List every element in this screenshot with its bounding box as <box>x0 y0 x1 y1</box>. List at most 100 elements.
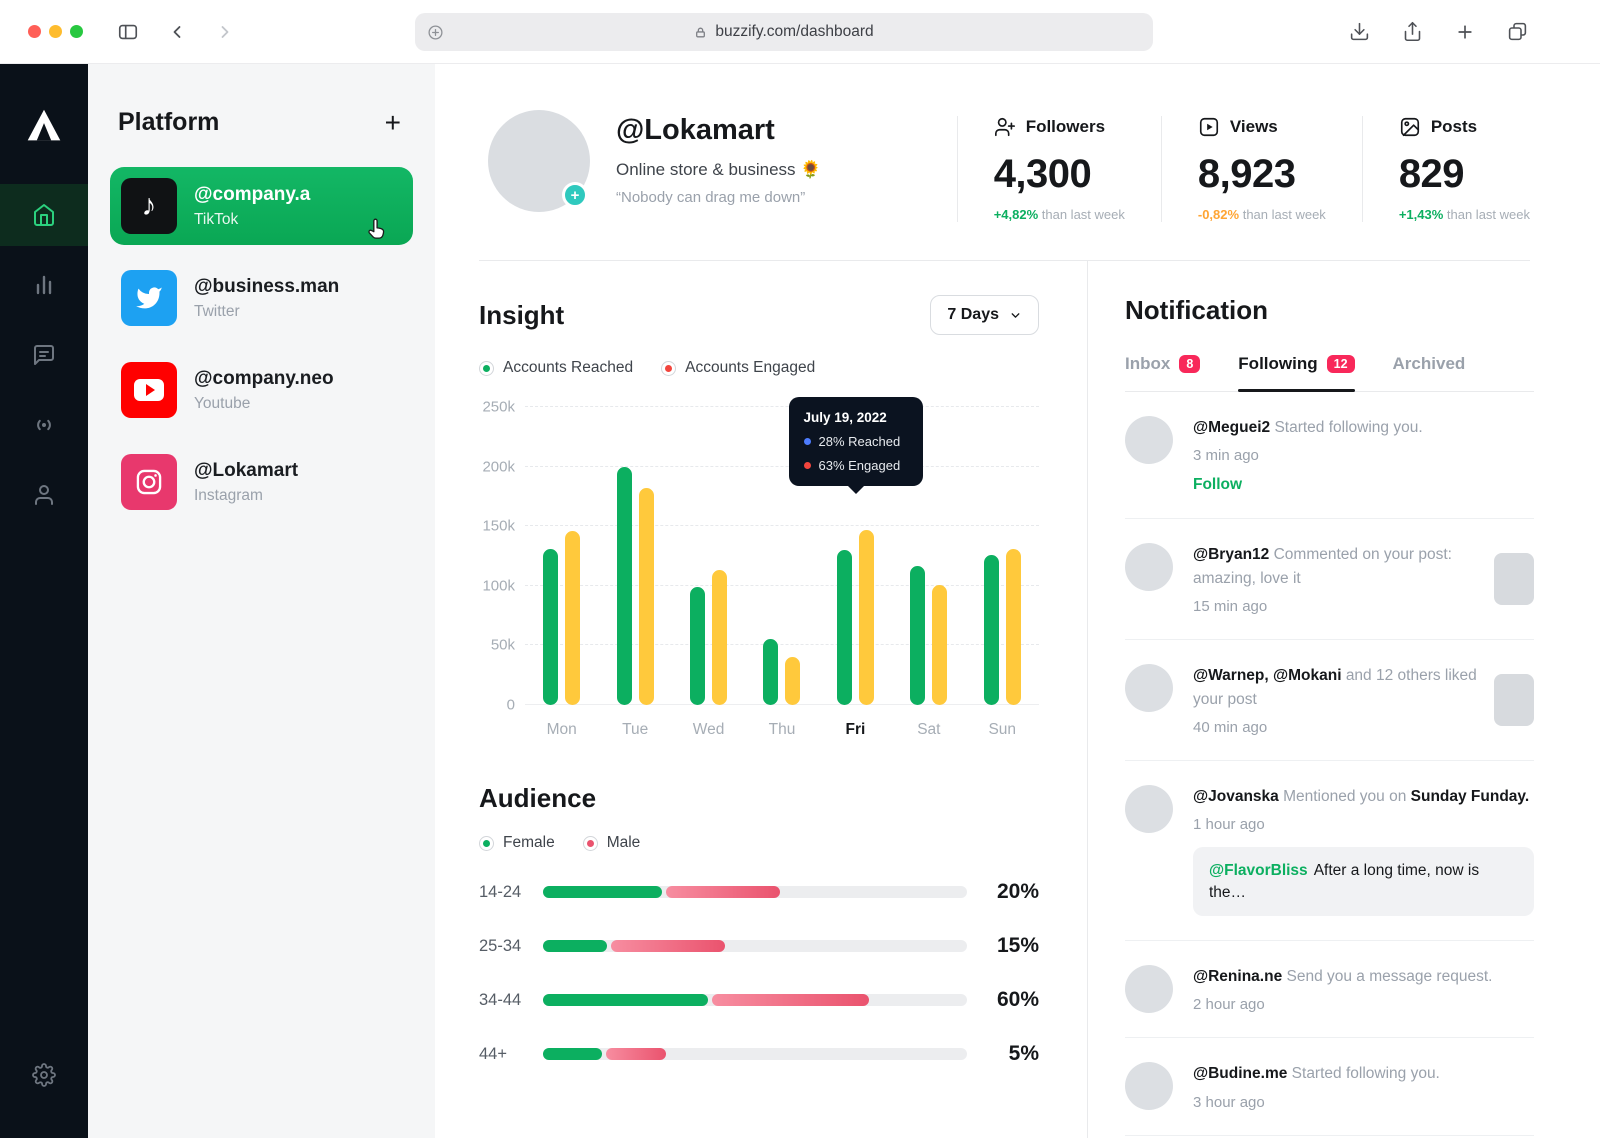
forward-icon[interactable] <box>215 22 235 42</box>
x-axis-label-mon: Mon <box>525 721 598 739</box>
bar-accounts-reached-fri[interactable] <box>837 550 852 705</box>
nav-analytics[interactable] <box>0 254 88 316</box>
y-axis-tick: 100k <box>479 577 515 594</box>
y-axis-tick: 250k <box>479 399 515 416</box>
bar-accounts-engaged-sun[interactable] <box>1006 549 1021 705</box>
account-item-twitter[interactable]: @business.man Twitter <box>110 259 413 337</box>
new-tab-icon[interactable] <box>1455 22 1475 42</box>
tab-overview-icon[interactable] <box>1507 21 1528 42</box>
stat-suffix: than last week <box>1042 207 1125 222</box>
toggle-sidebar-icon[interactable] <box>117 21 139 43</box>
audience-segment-female[interactable] <box>543 886 662 898</box>
timestamp: 40 min ago <box>1193 719 1480 736</box>
instagram-icon <box>121 454 177 510</box>
audience-segment-male[interactable] <box>712 994 869 1006</box>
date-range-dropdown[interactable]: 7 Days <box>930 295 1039 335</box>
username[interactable]: @Warnep, @Mokani <box>1193 667 1342 684</box>
stat-change: +1,43% than last week <box>1399 207 1530 222</box>
bar-group-mon <box>525 407 598 705</box>
account-item-youtube[interactable]: @company.neo Youtube <box>110 351 413 429</box>
tooltip-dot-icon <box>804 462 811 469</box>
audience-percentage: 15% <box>967 934 1039 958</box>
downloads-icon[interactable] <box>1349 21 1370 42</box>
notification-item[interactable]: @Warnep, @Mokani and 12 others liked you… <box>1125 640 1534 761</box>
notification-item[interactable]: @Jovanska Mentioned you on Sunday Funday… <box>1125 761 1534 941</box>
stat-label: Followers <box>1026 117 1105 137</box>
quoted-reply[interactable]: @FlavorBlissAfter a long time, now is th… <box>1193 847 1534 916</box>
audience-segment-female[interactable] <box>543 1048 602 1060</box>
post-thumbnail[interactable] <box>1494 674 1534 726</box>
account-network: TikTok <box>194 211 310 229</box>
bar-accounts-engaged-tue[interactable] <box>639 488 654 705</box>
username[interactable]: @Jovanska <box>1193 788 1279 805</box>
bar-group-tue <box>598 407 671 705</box>
stat-suffix: than last week <box>1447 207 1530 222</box>
minimize-window-button[interactable] <box>49 25 62 38</box>
account-item-tiktok[interactable]: ♪ @company.a TikTok <box>110 167 413 245</box>
notification-item[interactable]: @Budine.me Started following you. 3 hour… <box>1125 1038 1534 1135</box>
add-account-button[interactable]: + <box>381 109 405 137</box>
username[interactable]: @Meguei2 <box>1193 419 1270 436</box>
bar-accounts-engaged-fri[interactable] <box>859 530 874 705</box>
audience-segment-female[interactable] <box>543 994 708 1006</box>
action-text: Started following you. <box>1292 1065 1440 1082</box>
address-bar[interactable]: buzzify.com/dashboard <box>415 13 1153 51</box>
follow-link[interactable]: Follow <box>1193 476 1534 494</box>
bar-accounts-reached-sun[interactable] <box>984 555 999 705</box>
audience-segment-male[interactable] <box>606 1048 665 1060</box>
legend-accounts-reached: Accounts Reached <box>479 359 633 377</box>
audience-segment-male[interactable] <box>611 940 725 952</box>
stat-delta: +1,43% <box>1399 207 1443 222</box>
profile-header: + @Lokamart Online store & business 🌻 “N… <box>435 64 1600 222</box>
notification-item[interactable]: @Renina.ne Send you a message request. 2… <box>1125 941 1534 1038</box>
hand-cursor-icon <box>363 217 389 243</box>
tab-inbox[interactable]: Inbox 8 <box>1125 354 1200 391</box>
bar-accounts-reached-tue[interactable] <box>617 467 632 705</box>
nav-home[interactable] <box>0 184 88 246</box>
bar-accounts-reached-thu[interactable] <box>763 639 778 705</box>
platform-title: Platform <box>118 108 219 137</box>
back-icon[interactable] <box>167 22 187 42</box>
avatar[interactable]: + <box>488 110 590 212</box>
timestamp: 3 hour ago <box>1193 1094 1534 1111</box>
audience-legend: Female Male <box>479 834 1039 852</box>
bar-accounts-engaged-sat[interactable] <box>932 585 947 705</box>
audience-segment-male[interactable] <box>666 886 780 898</box>
share-icon[interactable] <box>1402 21 1423 42</box>
nav-profile[interactable] <box>0 464 88 526</box>
bar-accounts-reached-sat[interactable] <box>910 566 925 705</box>
username[interactable]: @Renina.ne <box>1193 968 1282 985</box>
tab-archived[interactable]: Archived <box>1393 354 1466 391</box>
zoom-window-button[interactable] <box>70 25 83 38</box>
notification-item[interactable]: @Bryan12 Commented on your post: amazing… <box>1125 519 1534 640</box>
tooltip-dot-icon <box>804 438 811 445</box>
bar-accounts-reached-wed[interactable] <box>690 587 705 705</box>
app-logo-icon[interactable] <box>0 98 88 154</box>
add-story-icon[interactable]: + <box>562 182 588 208</box>
action-text: Mentioned you on <box>1283 788 1406 805</box>
y-axis-tick: 50k <box>479 637 515 654</box>
post-thumbnail[interactable] <box>1494 553 1534 605</box>
timestamp: 15 min ago <box>1193 598 1480 615</box>
close-window-button[interactable] <box>28 25 41 38</box>
bar-accounts-reached-mon[interactable] <box>543 549 558 705</box>
username[interactable]: @Budine.me <box>1193 1065 1287 1082</box>
nav-broadcast[interactable] <box>0 394 88 456</box>
mention-link[interactable]: @FlavorBliss <box>1209 862 1308 879</box>
bar-accounts-engaged-thu[interactable] <box>785 657 800 705</box>
audience-row-34-44: 34-4460% <box>479 988 1039 1012</box>
nav-settings[interactable] <box>0 1050 88 1100</box>
account-item-instagram[interactable]: @Lokamart Instagram <box>110 443 413 521</box>
bar-accounts-engaged-mon[interactable] <box>565 531 580 705</box>
stat-label: Views <box>1230 117 1278 137</box>
tab-following[interactable]: Following 12 <box>1238 354 1354 391</box>
notification-item[interactable]: @Meguei2 Started following you. 3 min ag… <box>1125 392 1534 519</box>
page-settings-icon[interactable] <box>427 24 444 41</box>
account-handle: @Lokamart <box>194 460 298 482</box>
nav-messages[interactable] <box>0 324 88 386</box>
insight-xlabels: MonTueWedThuFriSatSun <box>479 721 1039 739</box>
bar-accounts-engaged-wed[interactable] <box>712 570 727 705</box>
stat-views: Views 8,923 -0,82% than last week <box>1161 116 1326 222</box>
username[interactable]: @Bryan12 <box>1193 546 1269 563</box>
audience-segment-female[interactable] <box>543 940 607 952</box>
